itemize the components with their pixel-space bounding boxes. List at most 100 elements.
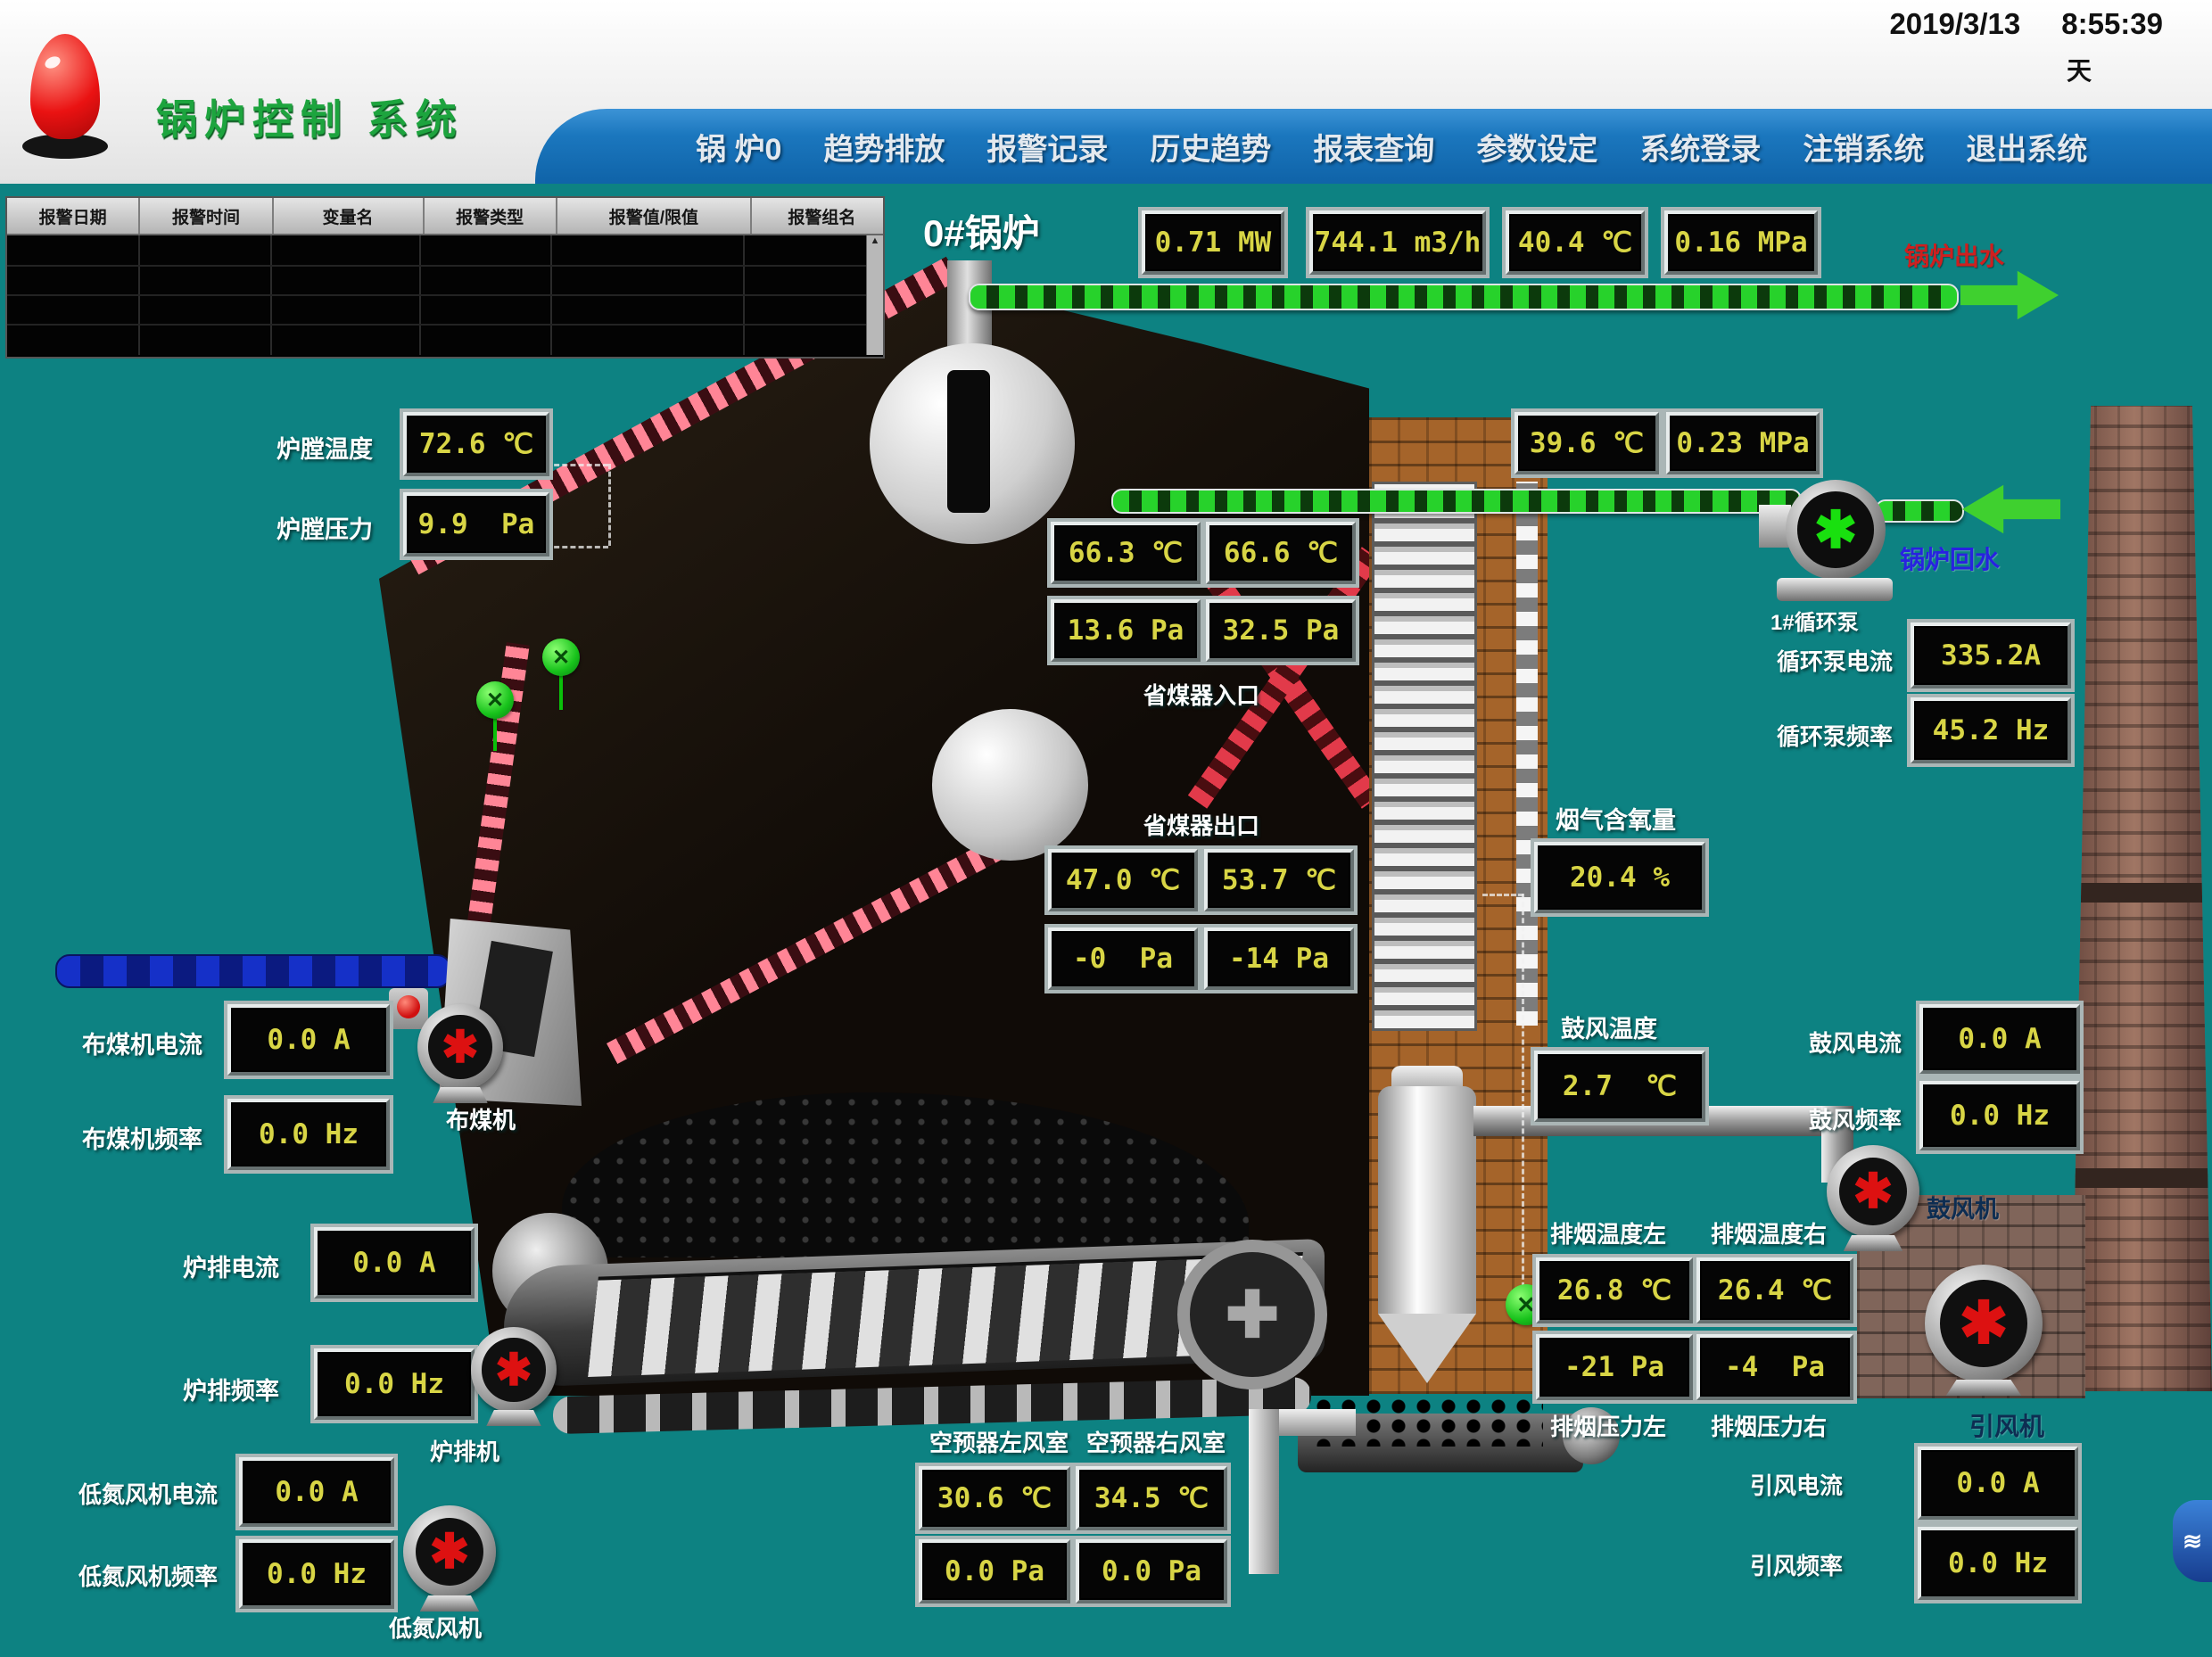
status-indicator[interactable]: ✕ <box>542 639 580 676</box>
pump-current-display: 335.2A <box>1911 622 2071 688</box>
outlet-pressure-display: 0.16 MPa <box>1664 210 1818 275</box>
furnace-pressure-display: 9.9 Pa <box>403 492 549 556</box>
blast-current-display: 0.0 A <box>1919 1004 2080 1074</box>
steam-drum-lower <box>932 709 1088 861</box>
fan-blades-icon: ✱ <box>428 1015 491 1078</box>
grate-fan-icon[interactable]: ✱ <box>471 1327 557 1413</box>
connector-dashed-line <box>608 464 611 546</box>
exhaust-temp-left-value: 26.8 ℃ <box>1557 1274 1671 1307</box>
preheater-temp-left-display: 30.6 ℃ <box>919 1466 1070 1530</box>
menu-item-history[interactable]: 历史趋势 <box>1150 125 1271 169</box>
blast-fan-icon[interactable]: ✱ <box>1827 1145 1919 1238</box>
menu-bar: 锅 炉0 趋势排放 报警记录 历史趋势 报表查询 参数设定 系统登录 注销系统 … <box>535 109 2212 184</box>
blast-freq-label: 鼓风频率 <box>1809 1102 1902 1135</box>
menu-item-boiler0[interactable]: 锅 炉0 <box>696 125 781 169</box>
blast-freq-value: 0.0 Hz <box>1950 1100 2050 1132</box>
scroll-up-icon[interactable]: ▲ <box>871 235 880 246</box>
eco-inlet-temp1-display: 66.3 ℃ <box>1051 522 1201 584</box>
preheater-press-left-display: 0.0 Pa <box>919 1539 1070 1603</box>
blast-fan-label: 鼓风机 <box>1927 1190 1999 1224</box>
alarm-table[interactable]: 报警日期 报警时间 变量名 报警类型 报警值/限值 报警组名 ▲ <box>5 196 885 359</box>
header-weekday: 天 <box>2067 52 2092 87</box>
pump-freq-display: 45.2 Hz <box>1911 697 2071 763</box>
boiler-power-display: 0.71 MW <box>1142 210 1284 275</box>
preheater-duct-vertical <box>1249 1409 1279 1574</box>
eco-inlet-press1-display: 13.6 Pa <box>1051 599 1201 662</box>
boiler-return-pipe <box>1111 489 1802 514</box>
eco-outlet-press1-display: -0 Pa <box>1048 927 1198 990</box>
outlet-temp-display: 40.4 ℃ <box>1506 210 1645 275</box>
indicator-x-icon: ✕ <box>1516 1291 1536 1319</box>
furnace-pressure-value: 9.9 Pa <box>418 508 535 540</box>
pump-base <box>1777 578 1893 601</box>
vendor-logo: ≋ <box>2173 1500 2212 1582</box>
chimney <box>2071 406 2212 1391</box>
menu-item-login[interactable]: 系统登录 <box>1639 125 1761 169</box>
feeder-freq-value: 0.0 Hz <box>259 1118 359 1150</box>
circulation-pump-icon[interactable]: ✱ <box>1786 480 1886 580</box>
header-date: 2019/3/13 <box>1889 7 2020 41</box>
preheater-temp-right-value: 34.5 ℃ <box>1094 1482 1209 1514</box>
alarm-lamp-icon <box>25 34 105 159</box>
pump-inlet-pipe <box>1875 499 1964 523</box>
alarm-col-tag[interactable]: 变量名 <box>274 198 425 234</box>
menu-item-alarms[interactable]: 报警记录 <box>986 125 1108 169</box>
header-datetime: 2019/3/13 8:55:39 <box>1889 7 2163 41</box>
circulation-pump-name: 1#循环泵 <box>1770 605 1859 636</box>
connector-dashed-line <box>1522 894 1524 1304</box>
connector-dashed-line <box>1482 894 1523 896</box>
exhaust-temp-right-value: 26.4 ℃ <box>1718 1274 1832 1307</box>
status-indicator[interactable]: ✕ <box>476 681 514 719</box>
alarm-col-date[interactable]: 报警日期 <box>7 198 140 234</box>
alarm-col-value[interactable]: 报警值/限值 <box>557 198 752 234</box>
preheater-temp-left-value: 30.6 ℃ <box>937 1482 1052 1514</box>
return-temp-display: 39.6 ℃ <box>1515 412 1659 474</box>
pump-impeller-icon: ✱ <box>1797 491 1873 567</box>
flue-oxygen-display: 20.4 % <box>1534 842 1705 913</box>
induced-freq-label: 引风频率 <box>1750 1548 1843 1581</box>
eco-outlet-temp2-value: 53.7 ℃ <box>1222 864 1336 896</box>
boiler-flow-display: 744.1 m3/h <box>1309 210 1486 275</box>
dust-collector-cone <box>1378 1314 1476 1383</box>
eco-outlet-press1-value: -0 Pa <box>1073 943 1173 975</box>
alarm-col-group[interactable]: 报警组名 <box>752 198 892 234</box>
menu-item-reports[interactable]: 报表查询 <box>1313 125 1434 169</box>
economizer-edge-strip <box>1516 482 1538 1026</box>
menu-item-exit[interactable]: 退出系统 <box>1966 125 2087 169</box>
alarm-col-type[interactable]: 报警类型 <box>425 198 557 234</box>
preheater-right-label: 空预器右风室 <box>1086 1425 1226 1458</box>
exhaust-press-left-label: 排烟压力左 <box>1550 1409 1666 1442</box>
exhaust-temp-right-label: 排烟温度右 <box>1711 1216 1827 1249</box>
lownox-fan-icon[interactable]: ✱ <box>403 1505 496 1598</box>
coal-feeder-label: 布煤机 <box>446 1102 516 1135</box>
fan-blades-icon: ✱ <box>416 1518 484 1587</box>
exhaust-temp-left-display: 26.8 ℃ <box>1536 1257 1693 1323</box>
blast-temp-label: 鼓风温度 <box>1561 1010 1657 1044</box>
chimney-band <box>2071 883 2212 903</box>
boiler-power-value: 0.71 MW <box>1155 227 1272 259</box>
eco-inlet-temp2-display: 66.6 ℃ <box>1206 522 1356 584</box>
induced-fan-icon[interactable]: ✱ <box>1925 1265 2043 1382</box>
alarm-table-scrollbar[interactable]: ▲ <box>866 235 883 355</box>
eco-outlet-press2-display: -14 Pa <box>1204 927 1354 990</box>
indicator-x-icon: ✕ <box>552 645 570 671</box>
blast-freq-display: 0.0 Hz <box>1919 1081 2080 1150</box>
menu-item-settings[interactable]: 参数设定 <box>1476 125 1597 169</box>
menu-item-emission[interactable]: 趋势排放 <box>823 125 945 169</box>
grate-current-display: 0.0 A <box>314 1227 475 1298</box>
blast-temp-value: 2.7 ℃ <box>1563 1070 1677 1102</box>
boiler-return-label: 锅炉回水 <box>1900 540 2000 576</box>
grate-current-value: 0.0 A <box>352 1247 435 1279</box>
grate-freq-label: 炉排频率 <box>183 1372 279 1406</box>
feeder-current-label: 布煤机电流 <box>82 1026 202 1060</box>
return-pressure-value: 0.23 MPa <box>1676 427 1809 459</box>
coal-feeder-fan-icon[interactable]: ✱ <box>417 1004 503 1090</box>
alarm-col-time[interactable]: 报警时间 <box>140 198 273 234</box>
induced-current-value: 0.0 A <box>1956 1467 2039 1499</box>
menu-item-logout[interactable]: 注销系统 <box>1803 125 1924 169</box>
wheel-spokes-icon: ✚ <box>1226 1277 1279 1352</box>
economizer-column <box>1372 482 1477 1031</box>
feeder-indicator-lamp <box>397 995 420 1018</box>
eco-outlet-temp1-value: 47.0 ℃ <box>1066 864 1180 896</box>
grate-current-label: 炉排电流 <box>183 1249 279 1283</box>
